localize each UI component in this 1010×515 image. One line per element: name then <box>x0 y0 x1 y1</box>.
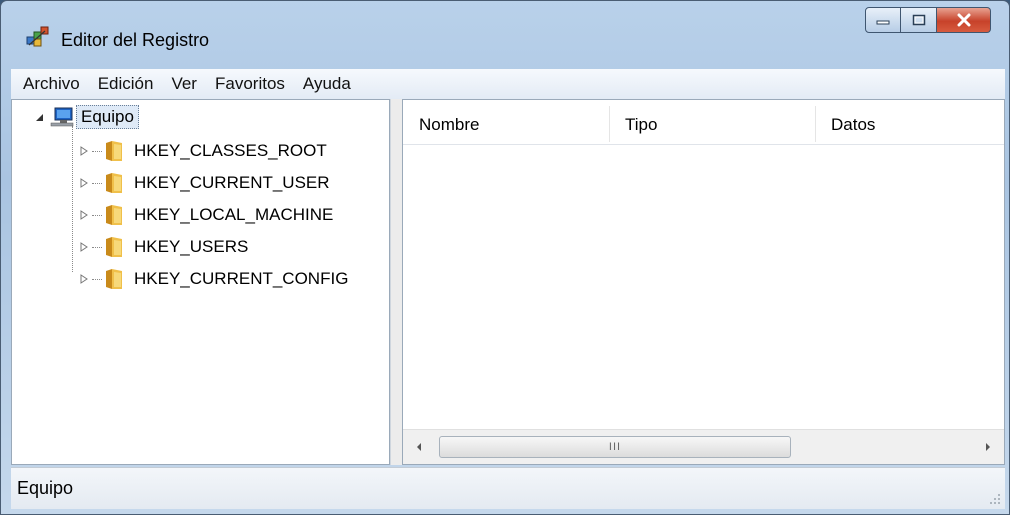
window-title: Editor del Registro <box>61 30 210 50</box>
tree-item-hkey-users[interactable]: HKEY_USERS <box>78 234 248 260</box>
title-bar[interactable]: Editor del Registro <box>1 1 1009 63</box>
tree-item-label: HKEY_CURRENT_CONFIG <box>134 269 349 288</box>
minimize-button[interactable] <box>865 7 901 33</box>
collapsed-triangle-icon[interactable] <box>78 241 90 253</box>
scroll-thumb-grip: III <box>608 441 622 453</box>
scroll-right-button[interactable] <box>976 430 1000 464</box>
chevron-left-icon <box>417 443 421 451</box>
collapsed-triangle-icon[interactable] <box>78 177 90 189</box>
close-button[interactable] <box>937 7 991 33</box>
tree-item-hkey-current-user[interactable]: HKEY_CURRENT_USER <box>78 170 330 196</box>
column-header-nombre[interactable]: Nombre <box>403 100 609 144</box>
tree-connector-line <box>72 126 73 272</box>
pane-splitter[interactable] <box>390 99 402 465</box>
minimize-icon <box>876 20 890 25</box>
registry-editor-window: Editor del Registro Archivo Edición Ver … <box>0 0 1010 515</box>
menu-favoritos[interactable]: Favoritos <box>207 69 293 99</box>
computer-icon <box>50 107 74 127</box>
collapsed-triangle-icon[interactable] <box>78 145 90 157</box>
close-icon <box>957 13 970 27</box>
horizontal-scrollbar[interactable]: III <box>403 429 1004 464</box>
tree-item-label: HKEY_CURRENT_USER <box>134 173 330 192</box>
chevron-right-icon <box>986 443 990 451</box>
folder-icon <box>106 141 122 161</box>
folder-icon <box>106 205 122 225</box>
collapsed-triangle-icon[interactable] <box>78 209 90 221</box>
column-header-datos[interactable]: Datos <box>815 100 1005 144</box>
list-header: Nombre Tipo Datos <box>403 100 1004 145</box>
menu-ayuda[interactable]: Ayuda <box>295 69 359 99</box>
menu-bar: Archivo Edición Ver Favoritos Ayuda <box>11 69 1005 100</box>
menu-edicion[interactable]: Edición <box>90 69 162 99</box>
scroll-thumb[interactable]: III <box>439 436 791 458</box>
resize-grip-icon[interactable] <box>987 491 1001 505</box>
maximize-icon <box>912 14 925 26</box>
tree-item-hkey-current-config[interactable]: HKEY_CURRENT_CONFIG <box>78 266 348 292</box>
values-list-pane[interactable]: Nombre Tipo Datos III <box>402 99 1005 465</box>
collapsed-triangle-icon[interactable] <box>78 273 90 285</box>
status-bar: Equipo <box>11 467 1005 509</box>
tree-item-label: HKEY_LOCAL_MACHINE <box>134 205 334 224</box>
registry-editor-icon <box>26 26 49 47</box>
status-path-text: Equipo <box>17 478 74 498</box>
column-header-tipo[interactable]: Tipo <box>609 100 815 144</box>
maximize-button[interactable] <box>901 7 937 33</box>
folder-icon <box>106 269 122 289</box>
tree-item-label: HKEY_USERS <box>134 237 249 256</box>
menu-archivo[interactable]: Archivo <box>11 69 88 99</box>
window-controls <box>865 7 991 33</box>
folder-icon <box>106 173 122 193</box>
expanded-triangle-icon[interactable] <box>34 111 46 123</box>
tree-item-hkey-classes-root[interactable]: HKEY_CLASSES_ROOT <box>78 138 327 164</box>
tree-root-label: Equipo <box>76 105 139 129</box>
tree-item-hkey-local-machine[interactable]: HKEY_LOCAL_MACHINE <box>78 202 333 228</box>
scroll-left-button[interactable] <box>407 430 431 464</box>
folder-icon <box>106 237 122 257</box>
tree-item-equipo[interactable]: Equipo <box>34 104 139 130</box>
menu-ver[interactable]: Ver <box>163 69 205 99</box>
registry-tree-pane[interactable]: Equipo HKEY_CLASSES_ROOT HKEY_CURRENT_US… <box>11 99 390 465</box>
tree-item-label: HKEY_CLASSES_ROOT <box>134 141 327 160</box>
